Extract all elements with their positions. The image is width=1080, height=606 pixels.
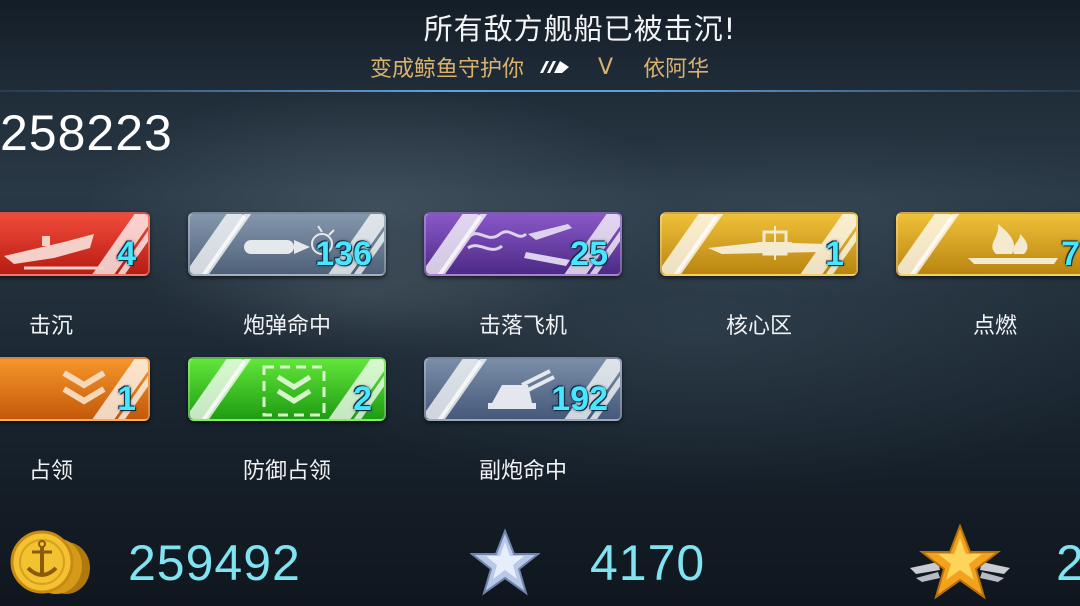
award-badge: 1 bbox=[0, 357, 150, 421]
award-fire[interactable]: 7 点燃 bbox=[896, 212, 1080, 340]
award-badge: 136 bbox=[188, 212, 386, 276]
opponent-name: 依阿华 bbox=[643, 57, 710, 82]
award-count: 4 bbox=[117, 235, 136, 273]
versus-label: V bbox=[598, 54, 614, 80]
award-count: 192 bbox=[551, 380, 608, 418]
award-count: 2 bbox=[353, 380, 372, 418]
award-count: 136 bbox=[315, 235, 372, 273]
free-exp-reward: 4170 bbox=[470, 528, 705, 598]
award-sink[interactable]: 4 击沉 bbox=[0, 212, 152, 340]
fire-icon bbox=[968, 224, 1058, 264]
award-capture[interactable]: 1 占领 bbox=[0, 357, 152, 485]
exp-value: 2 bbox=[1056, 535, 1080, 591]
award-label: 占领 bbox=[28, 459, 73, 484]
defend-capture-icon bbox=[262, 365, 326, 417]
award-badge: 4 bbox=[0, 212, 150, 276]
award-planes-shot-down[interactable]: 25 击落飞机 bbox=[424, 212, 624, 340]
award-badge: 2 bbox=[188, 357, 386, 421]
award-label: 炮弹命中 bbox=[242, 314, 331, 339]
award-count: 7 bbox=[1061, 235, 1080, 273]
header-divider bbox=[0, 90, 1080, 92]
exp-reward: 2 bbox=[908, 524, 1080, 600]
citadel-hit-icon bbox=[708, 226, 826, 260]
silver-star-icon bbox=[470, 528, 540, 596]
award-badge: 192 bbox=[424, 357, 622, 421]
award-label: 击落飞机 bbox=[478, 314, 567, 339]
award-label: 核心区 bbox=[725, 314, 792, 339]
credits-value: 259492 bbox=[128, 535, 301, 591]
award-badge: 1 bbox=[660, 212, 858, 276]
total-score: 258223 bbox=[0, 105, 173, 161]
award-count: 1 bbox=[117, 380, 136, 418]
result-title: 所有敌方舰船已被击沉! bbox=[423, 12, 737, 46]
award-label: 击沉 bbox=[28, 314, 73, 339]
versus-slash-icon bbox=[538, 60, 570, 74]
award-secondary-hits[interactable]: 192 副炮命中 bbox=[424, 357, 624, 485]
award-defend-capture[interactable]: 2 防御占领 bbox=[188, 357, 388, 485]
free-exp-value: 4170 bbox=[590, 535, 706, 591]
award-count: 1 bbox=[825, 235, 844, 273]
gold-star-wings-icon bbox=[910, 524, 1010, 600]
match-players: 变成鲸鱼守护你 V 依阿华 bbox=[370, 52, 710, 83]
award-label: 副炮命中 bbox=[478, 459, 567, 484]
capture-chevron-icon bbox=[62, 370, 106, 405]
player-name: 变成鲸鱼守护你 bbox=[370, 57, 525, 82]
award-shell-hits[interactable]: 136 炮弹命中 bbox=[188, 212, 388, 340]
gold-coins-icon bbox=[10, 530, 90, 594]
sinking-ship-icon bbox=[4, 234, 104, 270]
award-citadel[interactable]: 1 核心区 bbox=[660, 212, 860, 340]
award-count: 25 bbox=[570, 235, 608, 273]
award-badge: 25 bbox=[424, 212, 622, 276]
award-badge: 7 bbox=[896, 212, 1080, 276]
award-label: 点燃 bbox=[972, 314, 1017, 339]
credits-reward: 259492 bbox=[8, 528, 301, 598]
award-label: 防御占领 bbox=[242, 459, 331, 484]
